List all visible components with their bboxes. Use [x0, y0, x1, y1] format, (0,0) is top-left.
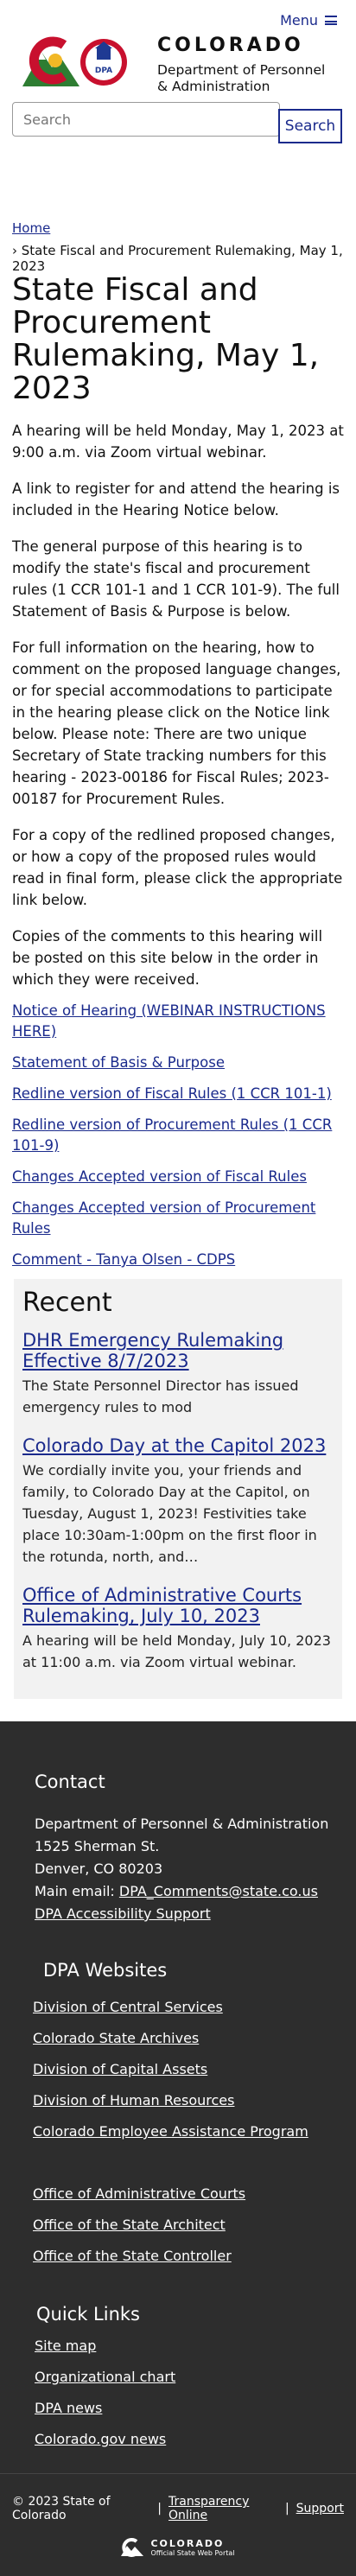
menu-button[interactable]: Menu: [280, 12, 337, 29]
recent-item-title-link[interactable]: DHR Emergency Rulemaking Effective 8/7/2…: [22, 1330, 334, 1371]
recent-heading: Recent: [22, 1288, 112, 1318]
recent-section: Recent DHR Emergency Rulemaking Effectiv…: [14, 1279, 342, 1699]
recent-item-summary: The State Personnel Director has issued …: [22, 1377, 299, 1415]
breadcrumb: Home › State Fiscal and Procurement Rule…: [12, 220, 356, 274]
footer-bottom-bar: © 2023 State of Colorado | Transparency …: [0, 2473, 356, 2576]
brand-sub-line2: & Administration: [157, 79, 270, 94]
brand-sub-line1: Department of Personnel: [157, 62, 326, 78]
accepted-fiscal-rules-link[interactable]: Changes Accepted version of Fiscal Rules: [12, 1167, 344, 1187]
recent-item-title-link[interactable]: Office of Administrative Courts Rulemaki…: [22, 1585, 334, 1626]
search-bar: Search: [12, 102, 344, 143]
recent-item: DHR Emergency Rulemaking Effective 8/7/2…: [22, 1330, 334, 1418]
search-input[interactable]: [12, 102, 280, 137]
breadcrumb-current-label: State Fiscal and Procurement Rulemaking,…: [12, 243, 343, 274]
employee-assistance-link[interactable]: Colorado Employee Assistance Program: [33, 2122, 356, 2141]
dpa-logo[interactable]: DPA: [22, 33, 135, 93]
recent-item-summary: A hearing will be held Monday, July 10, …: [22, 1632, 331, 1670]
brand-subtitle: Department of Personnel & Administration: [157, 62, 325, 95]
menu-label: Menu: [280, 12, 318, 29]
paragraph-full-information: For full information on the hearing, how…: [12, 639, 341, 807]
human-resources-link[interactable]: Division of Human Resources: [33, 2091, 356, 2110]
separator: |: [157, 2502, 162, 2516]
capital-assets-link[interactable]: Division of Capital Assets: [33, 2060, 356, 2079]
contact-email-link[interactable]: DPA_Comments@state.co.us: [119, 1883, 318, 1899]
site-map-link[interactable]: Site map: [35, 2337, 356, 2356]
colorado-portal-logo[interactable]: COLORADO Official State Web Portal: [12, 2538, 344, 2557]
footer-contact: Contact Department of Personnel & Admini…: [0, 1771, 356, 1925]
dpa-news-link[interactable]: DPA news: [35, 2399, 356, 2418]
footer-quick-links: Quick Links Site map Organizational char…: [0, 2304, 356, 2449]
websites-heading: DPA Websites: [43, 1960, 168, 1981]
breadcrumb-current: › State Fiscal and Procurement Rulemakin…: [12, 243, 343, 274]
site-footer: Contact Department of Personnel & Admini…: [0, 1721, 356, 2473]
portal-sub-text: Official State Web Portal: [150, 2549, 235, 2557]
quick-links-heading: Quick Links: [36, 2304, 141, 2325]
breadcrumb-home-link[interactable]: Home: [12, 220, 356, 236]
recent-item: Colorado Day at the Capitol 2023 We cord…: [22, 1435, 334, 1568]
support-link[interactable]: Support: [296, 2502, 344, 2516]
contact-email-row: Main email: DPA_Comments@state.co.us: [35, 1880, 356, 1903]
colorado-gov-news-link[interactable]: Colorado.gov news: [35, 2430, 356, 2449]
separator: |: [284, 2502, 289, 2516]
logo-badge-text: DPA: [95, 67, 112, 75]
paragraph-comments: Copies of the comments to this hearing w…: [12, 928, 323, 988]
contact-details: Department of Personnel & Administration…: [35, 1813, 356, 1925]
notice-of-hearing-link[interactable]: Notice of Hearing (WEBINAR INSTRUCTIONS …: [12, 1001, 344, 1042]
administrative-courts-link[interactable]: Office of Administrative Courts: [33, 2185, 356, 2204]
quick-links-list: Site map Organizational chart DPA news C…: [35, 2337, 356, 2449]
redline-procurement-rules-link[interactable]: Redline version of Procurement Rules (1 …: [12, 1115, 344, 1156]
paragraph-hearing-date: A hearing will be held Monday, May 1, 20…: [12, 423, 344, 461]
websites-divider: [43, 2141, 356, 2172]
websites-list: Division of Central Services Colorado St…: [33, 1998, 356, 2266]
central-services-link[interactable]: Division of Central Services: [33, 1998, 356, 2017]
portal-main-text: COLORADO: [150, 2538, 225, 2549]
colorado-c-icon: [121, 2538, 144, 2557]
accepted-procurement-rules-link[interactable]: Changes Accepted version of Procurement …: [12, 1198, 344, 1239]
footer-websites: DPA Websites Division of Central Service…: [0, 1960, 356, 2266]
contact-email-label: Main email:: [35, 1883, 115, 1899]
statement-basis-purpose-link[interactable]: Statement of Basis & Purpose: [12, 1053, 344, 1073]
state-architect-link[interactable]: Office of the State Architect: [33, 2216, 356, 2235]
org-chart-link[interactable]: Organizational chart: [35, 2368, 356, 2387]
copyright-text: © 2023 State of Colorado: [12, 2495, 111, 2522]
accessibility-support-link[interactable]: DPA Accessibility Support: [35, 1905, 211, 1922]
state-archives-link[interactable]: Colorado State Archives: [33, 2029, 356, 2048]
footer-legal-row: © 2023 State of Colorado | Transparency …: [12, 2495, 344, 2522]
contact-city: Denver, CO 80203: [35, 1860, 163, 1877]
contact-heading: Contact: [35, 1771, 105, 1792]
recent-item-summary: We cordially invite you, your friends an…: [22, 1462, 317, 1565]
paragraph-purpose: The general purpose of this hearing is t…: [12, 538, 340, 620]
comment-tanya-olsen-link[interactable]: Comment - Tanya Olsen - CDPS: [12, 1250, 344, 1270]
contact-street: 1525 Sherman St.: [35, 1838, 160, 1854]
site-header: Menu DPA COLORADO Department of Personne…: [0, 0, 356, 274]
transparency-online-link[interactable]: Transparency Online: [168, 2495, 278, 2522]
paragraph-register-link: A link to register for and attend the he…: [12, 480, 340, 518]
main-content: State Fiscal and Procurement Rulemaking,…: [0, 274, 356, 1270]
hamburger-icon: [325, 16, 337, 25]
page-title: State Fiscal and Procurement Rulemaking,…: [12, 272, 320, 406]
document-links: Notice of Hearing (WEBINAR INSTRUCTIONS …: [12, 1001, 344, 1270]
paragraph-redline-copy: For a copy of the redlined proposed chan…: [12, 827, 343, 908]
brand-title: COLORADO: [157, 35, 304, 56]
state-controller-link[interactable]: Office of the State Controller: [33, 2247, 356, 2266]
redline-fiscal-rules-link[interactable]: Redline version of Fiscal Rules (1 CCR 1…: [12, 1084, 344, 1104]
contact-org: Department of Personnel & Administration: [35, 1816, 329, 1832]
search-button[interactable]: Search: [278, 109, 342, 143]
recent-item: Office of Administrative Courts Rulemaki…: [22, 1585, 334, 1673]
recent-item-title-link[interactable]: Colorado Day at the Capitol 2023: [22, 1435, 334, 1456]
portal-text: COLORADO Official State Web Portal: [150, 2538, 234, 2557]
